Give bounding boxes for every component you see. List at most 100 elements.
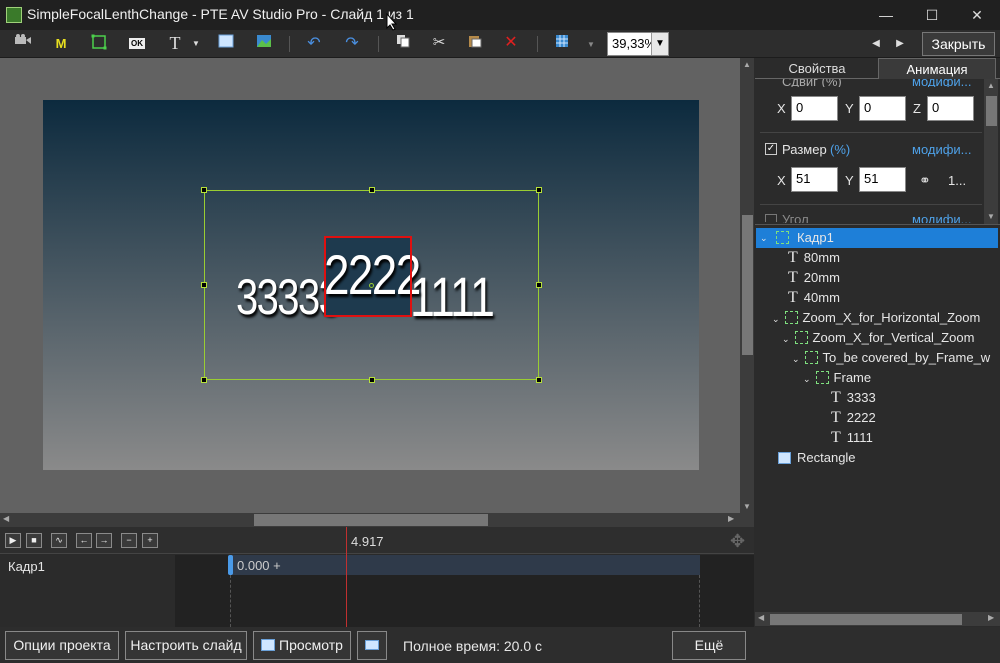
text-icon[interactable]: T	[164, 33, 186, 53]
resize-handle[interactable]	[536, 282, 542, 288]
tree-item-zoom-x-vertical[interactable]: ⌄ Zoom_X_for_Vertical_Zoom	[782, 328, 998, 348]
close-window-button[interactable]: ✕	[954, 0, 1000, 30]
cut-icon[interactable]: ✂	[428, 33, 450, 53]
close-button[interactable]: Закрыть	[922, 32, 995, 56]
track-name-frame1[interactable]: Кадр1	[8, 559, 45, 574]
slide-options-button[interactable]: Настроить слайд	[125, 631, 247, 660]
next-keyframe-button[interactable]: →	[96, 533, 112, 548]
offset-z-input[interactable]: 0	[927, 96, 974, 121]
size-modify-link[interactable]: модифи...	[912, 142, 972, 157]
maximize-button[interactable]: ☐	[909, 0, 955, 30]
offset-x-input[interactable]: 0	[791, 96, 838, 121]
minimize-button[interactable]: —	[863, 0, 909, 30]
resize-handle[interactable]	[201, 377, 207, 383]
resize-handle[interactable]	[201, 187, 207, 193]
delete-icon[interactable]: ✕	[500, 33, 522, 53]
resize-handle[interactable]	[536, 377, 542, 383]
copy-icon[interactable]	[392, 34, 414, 54]
expand-icon[interactable]: ⌄	[782, 334, 790, 344]
move-icon[interactable]: ✥	[730, 531, 745, 552]
prev-slide-button[interactable]: ◀	[865, 34, 887, 54]
size-x-input[interactable]: 51	[791, 167, 838, 192]
mask-icon[interactable]: M	[50, 34, 72, 54]
tree-item-1111[interactable]: T 1111	[831, 428, 873, 448]
scroll-right-icon[interactable]: ▶	[728, 514, 734, 523]
waveform-button[interactable]: ∿	[51, 533, 67, 548]
tree-item-label: To_be covered_by_Frame_w	[822, 350, 991, 365]
track-bar[interactable]	[230, 555, 700, 575]
undo-icon[interactable]: ↶	[303, 34, 325, 54]
scroll-left-icon[interactable]: ◀	[3, 514, 9, 523]
scroll-down-icon[interactable]: ▼	[987, 212, 995, 221]
grid-icon[interactable]	[551, 34, 573, 54]
offset-modify-link[interactable]: модифи...	[912, 79, 972, 87]
scroll-right-icon[interactable]: ▶	[988, 613, 994, 622]
size-ratio: 1...	[948, 173, 967, 188]
rectangle-icon[interactable]	[215, 34, 237, 54]
tab-animation[interactable]: Анимация	[878, 58, 996, 79]
zoom-in-button[interactable]: +	[142, 533, 158, 548]
ok-icon[interactable]: OK	[126, 34, 148, 54]
resize-handle[interactable]	[536, 187, 542, 193]
keyframe-marker[interactable]	[228, 555, 233, 575]
paste-icon[interactable]	[464, 34, 486, 54]
next-slide-button[interactable]: ▶	[889, 34, 911, 54]
expand-icon[interactable]: ⌄	[792, 354, 800, 364]
chevron-down-icon[interactable]: ▼	[185, 34, 207, 54]
tree-item-3333[interactable]: T 3333	[831, 388, 876, 408]
size-checkbox[interactable]: ✓	[765, 143, 777, 155]
canvas-horizontal-scroll-thumb[interactable]	[254, 514, 488, 526]
zoom-out-button[interactable]: −	[121, 533, 137, 548]
scroll-left-icon[interactable]: ◀	[758, 613, 764, 622]
more-button[interactable]: Ещё	[672, 631, 746, 660]
resize-handle[interactable]	[369, 187, 375, 193]
preview-button[interactable]: Просмотр	[253, 631, 351, 660]
stop-button[interactable]: ■	[26, 533, 42, 548]
selected-object-outline[interactable]	[324, 236, 412, 317]
offset-y-input[interactable]: 0	[859, 96, 906, 121]
size-label: Размер	[782, 142, 827, 157]
prev-keyframe-button[interactable]: ←	[76, 533, 92, 548]
tree-scroll-thumb[interactable]	[770, 614, 962, 625]
tree-item-40mm[interactable]: T 40mm	[788, 288, 840, 308]
expand-icon[interactable]: ⌄	[760, 228, 768, 248]
resize-handle[interactable]	[201, 282, 207, 288]
properties-scroll-thumb[interactable]	[986, 96, 997, 126]
scroll-down-icon[interactable]: ▼	[743, 502, 751, 511]
scroll-up-icon[interactable]: ▲	[743, 60, 751, 69]
tree-item-zoom-x-horizontal[interactable]: ⌄ Zoom_X_for_Horizontal_Zoom	[772, 308, 998, 328]
tree-item-rectangle[interactable]: Rectangle	[778, 448, 856, 468]
chevron-down-icon[interactable]: ▼	[651, 33, 668, 55]
canvas-vertical-scroll-thumb[interactable]	[742, 215, 753, 355]
size-x-label: X	[777, 173, 786, 188]
tree-item-80mm[interactable]: T 80mm	[788, 248, 840, 268]
monitor-icon	[365, 640, 379, 650]
image-icon[interactable]	[253, 34, 275, 54]
screen-icon[interactable]	[357, 631, 387, 660]
angle-modify-link[interactable]: модифи...	[912, 212, 972, 223]
tree-item-2222[interactable]: T 2222	[831, 408, 876, 428]
play-button[interactable]: ▶	[5, 533, 21, 548]
frame-icon[interactable]	[88, 34, 110, 54]
tree-item-to-be-covered[interactable]: ⌄ To_be covered_by_Frame_w	[792, 348, 998, 368]
tree-item-label: Frame	[833, 370, 872, 385]
expand-icon[interactable]: ⌄	[772, 314, 780, 324]
keyframe-time[interactable]: 0.000 +	[237, 558, 281, 573]
link-icon[interactable]: ⚭	[919, 172, 931, 189]
tab-properties[interactable]: Свойства	[757, 58, 877, 79]
project-options-button[interactable]: Опции проекта	[5, 631, 119, 660]
expand-icon[interactable]: ⌄	[803, 374, 811, 384]
scroll-up-icon[interactable]: ▲	[987, 81, 995, 90]
angle-checkbox[interactable]	[765, 214, 777, 222]
divider	[760, 132, 982, 133]
camera-icon[interactable]	[12, 33, 34, 53]
grid-dropdown-icon[interactable]: ▼	[580, 35, 602, 55]
redo-icon[interactable]: ↷	[341, 34, 363, 54]
resize-handle[interactable]	[369, 377, 375, 383]
playhead[interactable]	[346, 527, 347, 627]
tree-item-frame[interactable]: ⌄ Frame	[803, 368, 871, 388]
tree-item-frame1[interactable]: ⌄ Кадр1	[756, 228, 998, 248]
tree-item-20mm[interactable]: T 20mm	[788, 268, 840, 288]
tree-item-label: 1111	[846, 430, 873, 445]
size-y-input[interactable]: 51	[859, 167, 906, 192]
